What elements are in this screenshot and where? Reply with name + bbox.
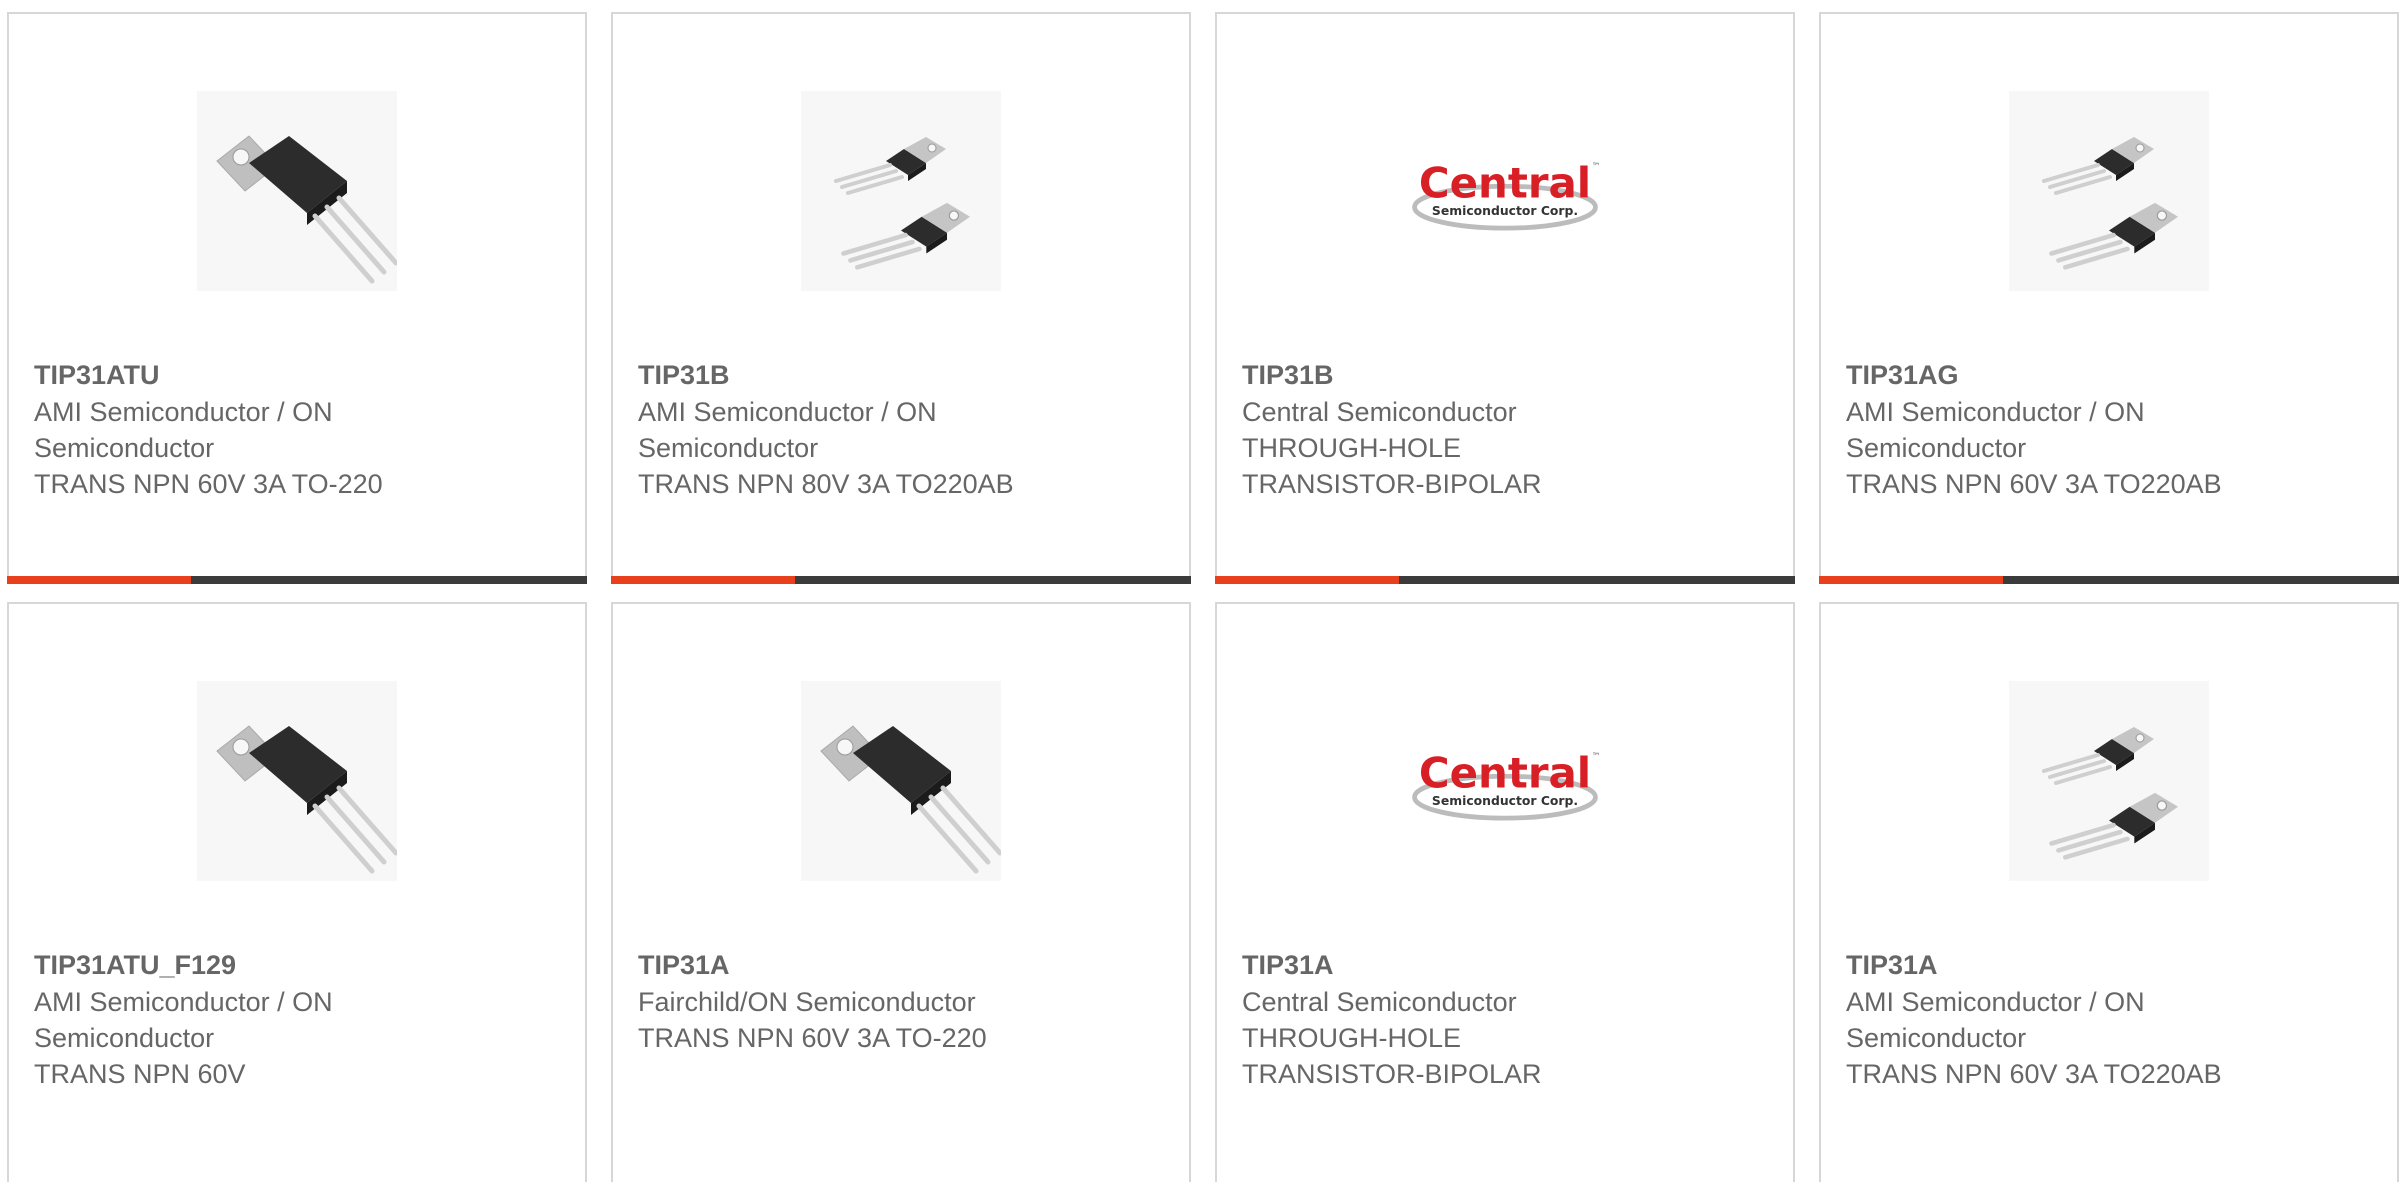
description-line: Central Semiconductor [1242,397,1517,427]
description-line: TRANSISTOR-BIPOLAR [1242,1059,1542,1089]
description-line: TRANS NPN 60V [34,1059,246,1089]
description-line: TRANS NPN 60V 3A TO220AB [1846,469,2222,499]
part-number[interactable]: TIP31A [638,946,1169,984]
accent-bar [7,576,191,584]
description-line: TRANSISTOR-BIPOLAR [1242,469,1542,499]
part-number[interactable]: TIP31A [1242,946,1773,984]
description-line: Semiconductor [1846,433,2027,463]
description-line: THROUGH-HOLE [1242,1023,1462,1053]
description-line: AMI Semiconductor / ON [1846,397,2145,427]
description-line: Central Semiconductor [1242,987,1517,1017]
single-transistor-image [197,91,397,291]
description-line: TRANS NPN 60V 3A TO220AB [1846,1059,2222,1089]
description-line: TRANS NPN 60V 3A TO-220 [34,469,383,499]
logo-wordmark: Central [1419,749,1591,798]
product-card[interactable]: TIP31ATU_F129 AMI Semiconductor / ON Sem… [7,602,587,1182]
part-number[interactable]: TIP31A [1846,946,2377,984]
product-grid: TIP31ATU AMI Semiconductor / ON Semicond… [0,0,2400,1182]
dual-transistor-image [2009,91,2209,291]
description-line: TRANS NPN 60V 3A TO-220 [638,1023,987,1053]
card-bottom-bar [1215,576,1795,584]
accent-bar [1215,576,1399,584]
single-transistor-image [197,681,397,881]
description-line: Semiconductor [1846,1023,2027,1053]
logo-subtitle: Semiconductor Corp. [1432,794,1578,808]
product-card[interactable]: Central ™ Semiconductor Corp. TIP31B Cen… [1215,12,1795,584]
description-line: AMI Semiconductor / ON [34,397,333,427]
product-card[interactable]: TIP31AG AMI Semiconductor / ON Semicondu… [1819,12,2399,584]
logo-wordmark: Central [1419,159,1591,208]
product-card[interactable]: TIP31B AMI Semiconductor / ON Semiconduc… [611,12,1191,584]
description-line: AMI Semiconductor / ON [34,987,333,1017]
accent-bar [1819,576,2003,584]
product-card[interactable]: TIP31ATU AMI Semiconductor / ON Semicond… [7,12,587,584]
description-line: THROUGH-HOLE [1242,433,1462,463]
dual-transistor-image [801,91,1001,291]
description-line: TRANS NPN 80V 3A TO220AB [638,469,1014,499]
central-logo: Central ™ Semiconductor Corp. [1405,681,1605,881]
central-logo: Central ™ Semiconductor Corp. [1405,91,1605,291]
logo-tm: ™ [1592,162,1601,172]
description-line: Semiconductor [638,433,819,463]
accent-bar [611,576,795,584]
product-card[interactable]: TIP31A AMI Semiconductor / ON Semiconduc… [1819,602,2399,1182]
description-line: AMI Semiconductor / ON [1846,987,2145,1017]
card-bottom-bar [7,576,587,584]
dual-transistor-image [2009,681,2209,881]
part-number[interactable]: TIP31ATU_F129 [34,946,565,984]
description-line: Semiconductor [34,1023,215,1053]
description-line: Semiconductor [34,433,215,463]
product-card[interactable]: Central ™ Semiconductor Corp. TIP31A Cen… [1215,602,1795,1182]
part-number[interactable]: TIP31B [638,356,1169,394]
description-line: AMI Semiconductor / ON [638,397,937,427]
part-number[interactable]: TIP31B [1242,356,1773,394]
logo-subtitle: Semiconductor Corp. [1432,204,1578,218]
single-transistor-image [801,681,1001,881]
part-number[interactable]: TIP31ATU [34,356,565,394]
card-bottom-bar [611,576,1191,584]
description-line: Fairchild/ON Semiconductor [638,987,976,1017]
product-card[interactable]: TIP31A Fairchild/ON Semiconductor TRANS … [611,602,1191,1182]
card-bottom-bar [1819,576,2399,584]
part-number[interactable]: TIP31AG [1846,356,2377,394]
logo-tm: ™ [1592,752,1601,762]
